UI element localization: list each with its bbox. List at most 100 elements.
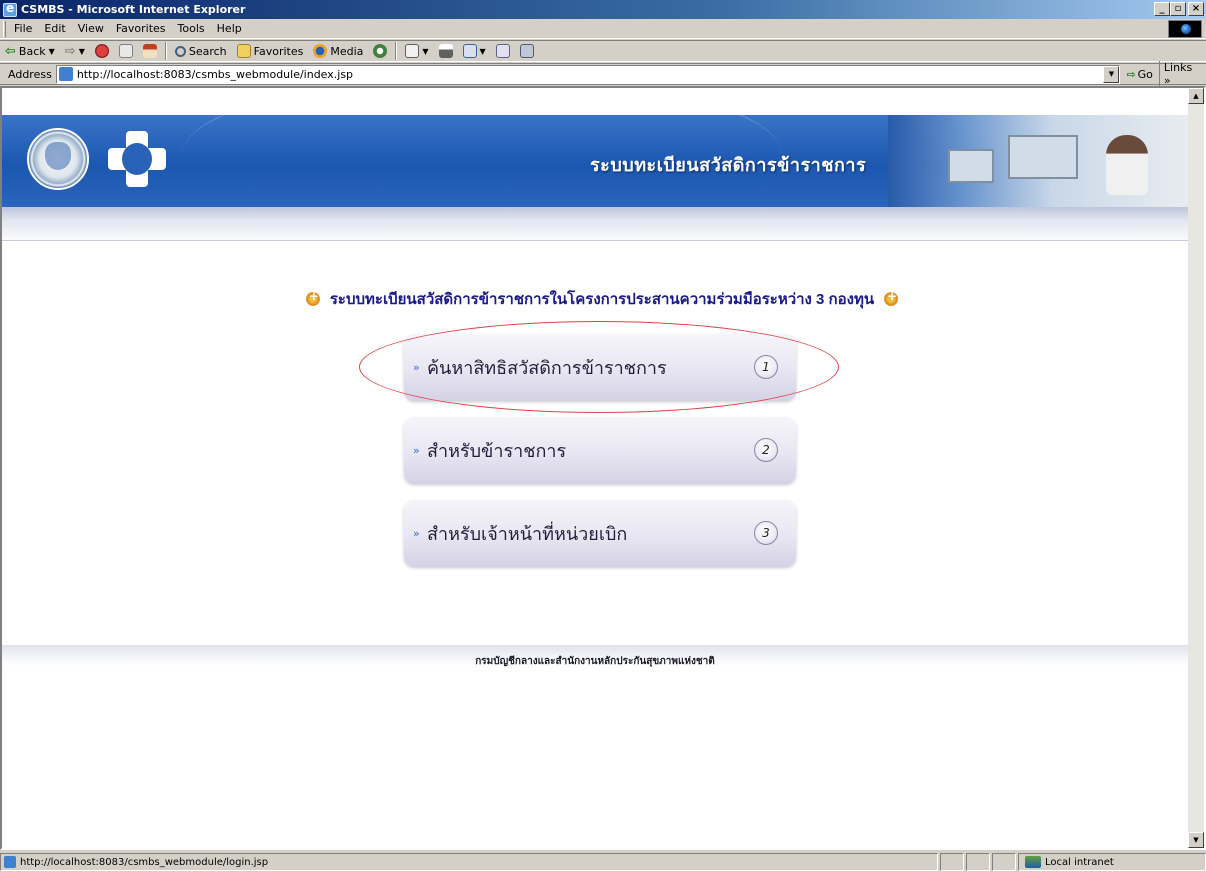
forward-dropdown-icon[interactable]: ▼: [79, 47, 85, 56]
comptroller-seal-logo: [27, 128, 89, 190]
favorites-label: Favorites: [253, 44, 304, 58]
favorites-icon: [236, 44, 251, 58]
menu-item-label: สำหรับเจ้าหน้าที่หน่วยเบิก: [427, 523, 628, 545]
status-url: http://localhost:8083/csmbs_webmodule/lo…: [20, 856, 269, 868]
double-arrow-icon: »: [413, 360, 420, 374]
menu-item-label: ค้นหาสิทธิสวัสดิการข้าราชการ: [427, 357, 667, 379]
menu-number-badge: 1: [754, 355, 778, 379]
double-arrow-icon: »: [413, 526, 420, 540]
menu-civil-servant-button[interactable]: » สำหรับข้าราชการ 2: [404, 417, 796, 483]
address-bar: Address http://localhost:8083/csmbs_webm…: [0, 61, 1206, 87]
back-arrow-icon: ⇦: [5, 43, 16, 59]
forward-arrow-icon: ⇨: [64, 43, 76, 59]
banner-strip: [2, 207, 1188, 241]
stop-button[interactable]: [90, 44, 114, 58]
mail-button[interactable]: ▼: [400, 44, 433, 58]
favorites-button[interactable]: Favorites: [232, 44, 309, 58]
window-controls: _ ▫ ×: [1154, 2, 1204, 16]
print-button[interactable]: [434, 44, 458, 58]
menu-help[interactable]: Help: [213, 22, 250, 35]
go-button[interactable]: ⇨ Go: [1120, 68, 1158, 81]
messenger-icon: [519, 44, 534, 58]
heading-text: ระบบทะเบียนสวัสดิการข้าราชการในโครงการปร…: [329, 291, 875, 308]
page-icon: [4, 856, 16, 868]
page-icon: [58, 67, 73, 81]
scroll-down-button[interactable]: ▼: [1188, 832, 1204, 848]
windows-logo-icon: [1168, 20, 1202, 38]
menu-item-label: สำหรับข้าราชการ: [427, 440, 567, 462]
menu-search-rights-button[interactable]: » ค้นหาสิทธิสวัสดิการข้าราชการ 1: [404, 334, 796, 400]
back-dropdown-icon[interactable]: ▼: [49, 47, 55, 56]
banner-office-photo: [888, 115, 1188, 207]
menu-edit[interactable]: Edit: [40, 22, 73, 35]
ie-icon: [3, 1, 17, 17]
messenger-button[interactable]: [515, 44, 539, 58]
menu-bar: File Edit View Favorites Tools Help: [0, 19, 1206, 39]
site-banner: ระบบทะเบียนสวัสดิการข้าราชการ: [2, 115, 1188, 207]
bullet-icon: [884, 289, 899, 306]
menu-claim-officer-button[interactable]: » สำหรับเจ้าหน้าที่หน่วยเบิก 3: [404, 500, 796, 566]
banner-title: ระบบทะเบียนสวัสดิการข้าราชการ: [590, 155, 867, 175]
media-label: Media: [330, 44, 364, 58]
discuss-icon: [495, 44, 510, 58]
window-title: CSMBS - Microsoft Internet Explorer: [21, 3, 246, 16]
double-arrow-icon: »: [413, 443, 420, 457]
menu-view[interactable]: View: [74, 22, 112, 35]
menu-number-badge: 2: [754, 438, 778, 462]
edit-page-icon: [462, 44, 477, 58]
links-button[interactable]: Links »: [1158, 61, 1206, 87]
health-cross-logo: [108, 131, 166, 187]
intranet-zone-icon: [1025, 856, 1041, 868]
refresh-icon: [118, 44, 133, 58]
menu-number-badge: 3: [754, 521, 778, 545]
media-icon: [313, 44, 328, 58]
photo-monitor: [1008, 135, 1078, 179]
footer-text: กรมบัญชีกลางและสำนักงานหลักประกันสุขภาพแ…: [475, 656, 715, 667]
discuss-button[interactable]: [491, 44, 515, 58]
mail-icon: [405, 44, 420, 58]
maximize-button[interactable]: ▫: [1170, 2, 1186, 16]
title-bar: CSMBS - Microsoft Internet Explorer _ ▫ …: [0, 0, 1206, 19]
zone-label: Local intranet: [1045, 856, 1114, 868]
address-url[interactable]: http://localhost:8083/csmbs_webmodule/in…: [77, 68, 353, 81]
menu-tools[interactable]: Tools: [174, 22, 213, 35]
bullet-icon: [305, 289, 320, 306]
page-heading: ระบบทะเบียนสวัสดิการข้าราชการในโครงการปร…: [232, 288, 972, 310]
search-icon: [174, 45, 186, 57]
address-label: Address: [8, 67, 52, 81]
search-label: Search: [188, 44, 227, 58]
edit-button[interactable]: ▼: [458, 44, 491, 58]
photo-person: [1106, 135, 1148, 195]
photo-monitor: [948, 149, 994, 183]
search-button[interactable]: Search: [170, 45, 232, 58]
back-button[interactable]: ⇦ Back ▼: [0, 44, 60, 59]
minimize-button[interactable]: _: [1154, 2, 1170, 16]
close-button[interactable]: ×: [1188, 2, 1204, 16]
status-url-pane: http://localhost:8083/csmbs_webmodule/lo…: [0, 853, 938, 871]
stop-icon: [94, 44, 109, 58]
go-arrow-icon: ⇨: [1126, 67, 1136, 81]
address-input[interactable]: http://localhost:8083/csmbs_webmodule/in…: [55, 64, 1121, 84]
back-label: Back: [18, 44, 46, 58]
forward-button[interactable]: ⇨ ▼: [60, 44, 90, 59]
mail-dropdown-icon[interactable]: ▼: [422, 47, 428, 56]
history-button[interactable]: [368, 44, 392, 58]
vertical-scrollbar[interactable]: ▲ ▼: [1188, 88, 1204, 848]
go-label: Go: [1137, 67, 1153, 81]
edit-dropdown-icon[interactable]: ▼: [480, 47, 486, 56]
menu-favorites[interactable]: Favorites: [112, 22, 174, 35]
history-icon: [373, 44, 388, 58]
standard-toolbar: ⇦ Back ▼ ⇨ ▼ Search Favorites Media ▼ ▼: [0, 40, 1206, 62]
toolbar-separator: [395, 42, 398, 60]
address-dropdown-icon[interactable]: ▼: [1103, 65, 1120, 83]
home-button[interactable]: [138, 44, 162, 58]
toolbar-separator: [164, 42, 167, 60]
refresh-button[interactable]: [114, 44, 138, 58]
status-bar: http://localhost:8083/csmbs_webmodule/lo…: [0, 852, 1206, 872]
web-page: ระบบทะเบียนสวัสดิการข้าราชการ ระบบทะเบีย…: [2, 88, 1188, 848]
home-icon: [142, 44, 157, 58]
media-button[interactable]: Media: [308, 44, 368, 58]
menu-file[interactable]: File: [10, 22, 40, 35]
scroll-up-button[interactable]: ▲: [1188, 88, 1204, 104]
browser-viewport: ระบบทะเบียนสวัสดิการข้าราชการ ระบบทะเบีย…: [0, 86, 1206, 850]
